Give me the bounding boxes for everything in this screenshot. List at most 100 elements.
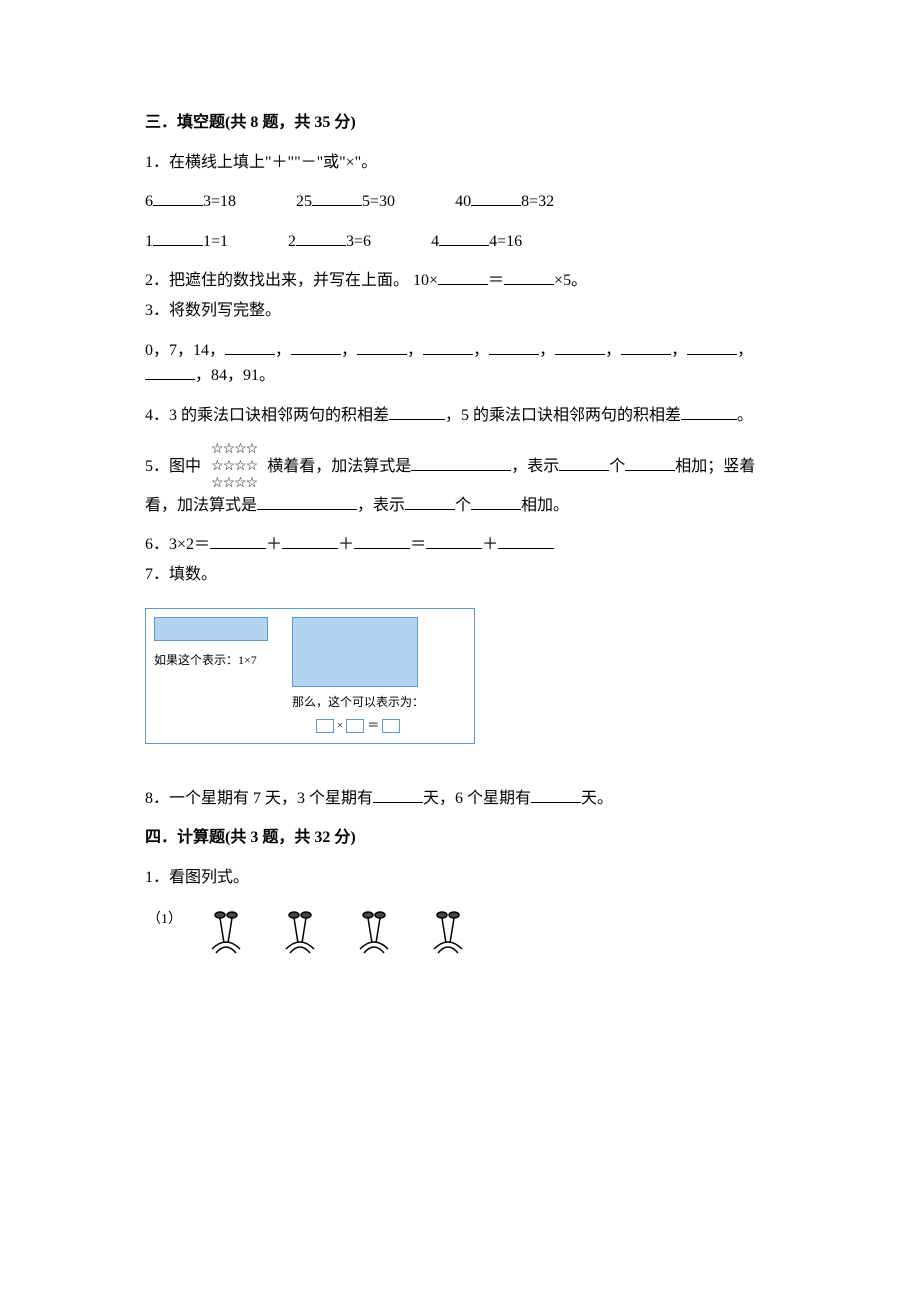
blank[interactable] (423, 339, 473, 355)
q3-8: 8．一个星期有 7 天，3 个星期有 天，6 个星期有 天。 (145, 786, 775, 812)
blank[interactable] (426, 533, 482, 549)
q4-1: 1．看图列式。 （1） (145, 865, 775, 959)
t: × (337, 718, 344, 732)
t: ，84，91。 (195, 367, 275, 384)
blank[interactable] (389, 404, 445, 420)
t: （1） (145, 905, 182, 931)
v: 25 (296, 193, 312, 210)
blank[interactable] (225, 339, 275, 355)
t: ＝ (367, 718, 379, 732)
star-grid-icon: ☆☆☆☆ ☆☆☆☆ ☆☆☆☆ (211, 442, 257, 492)
q3-4: 4．3 的乘法口诀相邻两句的积相差 ，5 的乘法口诀相邻两句的积相差 。 (145, 403, 775, 429)
q7-figure: 如果这个表示：1×7 那么，这个可以表示为： × ＝ (145, 608, 475, 744)
box-input[interactable] (382, 719, 400, 733)
blank[interactable] (555, 339, 605, 355)
q3-1: 1．在横线上填上"＋""－"或"×"。 63=18 255=30 408=32 … (145, 150, 775, 255)
t: ，表示 (357, 497, 405, 514)
t: 2．把遮住的数找出来，并写在上面。 10× (145, 272, 438, 289)
blank[interactable] (625, 455, 675, 471)
v: 8=32 (521, 193, 554, 210)
t: 如果这个表示：1×7 (154, 651, 284, 670)
t: 个 (455, 497, 471, 514)
blank[interactable] (153, 190, 203, 206)
t: 6．3×2＝ (145, 536, 210, 553)
blank[interactable] (489, 339, 539, 355)
t: ×5。 (554, 272, 587, 289)
blank[interactable] (621, 339, 671, 355)
t: 相加。 (521, 497, 569, 514)
v: 3=6 (346, 233, 371, 250)
t: 横着看，加法算式是 (267, 458, 411, 475)
box-input[interactable] (346, 719, 364, 733)
mushroom-pair-icon (424, 905, 478, 959)
v: 1=1 (203, 233, 228, 250)
blank[interactable] (296, 230, 346, 246)
q3-2: 2．把遮住的数找出来，并写在上面。 10× ＝ ×5。 (145, 268, 775, 294)
blank[interactable] (439, 230, 489, 246)
t: 8．一个星期有 7 天，3 个星期有 (145, 790, 373, 807)
v: 3=18 (203, 193, 236, 210)
mushroom-pair-icon (202, 905, 256, 959)
v: 4 (431, 233, 439, 250)
v: 1 (145, 233, 153, 250)
star-row: ☆☆☆☆ (211, 442, 257, 459)
blank[interactable] (354, 533, 410, 549)
big-rect-icon (292, 617, 418, 687)
blank[interactable] (504, 269, 554, 285)
t: 那么，这个可以表示为： (292, 693, 424, 712)
blank[interactable] (681, 404, 737, 420)
t: 天。 (581, 790, 613, 807)
mushroom-row: （1） (145, 905, 775, 959)
t: ，5 的乘法口诀相邻两句的积相差 (445, 407, 681, 424)
q3-3-seq: 0，7，14，，，，，，，，，，84，91。 (145, 338, 775, 389)
blank[interactable] (291, 339, 341, 355)
blank[interactable] (438, 269, 488, 285)
t: 天，6 个星期有 (423, 790, 531, 807)
blank[interactable] (471, 190, 521, 206)
t: 4．3 的乘法口诀相邻两句的积相差 (145, 407, 389, 424)
t: 0，7，14， (145, 342, 225, 359)
section-3-header: 三．填空题(共 8 题，共 35 分) (145, 110, 775, 136)
blank[interactable] (411, 455, 511, 471)
mushroom-pair-icon (276, 905, 330, 959)
blank[interactable] (282, 533, 338, 549)
blank[interactable] (210, 533, 266, 549)
q3-1-row1: 6 3=18 25 5=30 40 8=32 (145, 189, 775, 215)
blank[interactable] (357, 339, 407, 355)
t: ＋ (338, 536, 354, 553)
q7-left: 如果这个表示：1×7 (154, 617, 284, 735)
t: 5．图中 (145, 458, 201, 475)
blank[interactable] (145, 364, 195, 380)
v: 2 (288, 233, 296, 250)
t: 7．填数。 (145, 562, 775, 588)
mushroom-pair-icon (350, 905, 404, 959)
blank[interactable] (559, 455, 609, 471)
blank[interactable] (373, 787, 423, 803)
blank[interactable] (257, 494, 357, 510)
blank[interactable] (687, 339, 737, 355)
v: 6 (145, 193, 153, 210)
q7-right: 那么，这个可以表示为： × ＝ (292, 617, 424, 735)
q7-expr: × ＝ (292, 716, 424, 735)
t: 。 (737, 407, 753, 424)
t: 3．将数列写完整。 (145, 298, 775, 324)
blank[interactable] (312, 190, 362, 206)
blank[interactable] (471, 494, 521, 510)
t: 1．看图列式。 (145, 865, 775, 891)
blank[interactable] (405, 494, 455, 510)
v: 5=30 (362, 193, 395, 210)
t: ＋ (482, 536, 498, 553)
t: 个 (609, 458, 625, 475)
t: ＝ (410, 536, 426, 553)
blank[interactable] (531, 787, 581, 803)
v: 40 (455, 193, 471, 210)
blank[interactable] (153, 230, 203, 246)
box-input[interactable] (316, 719, 334, 733)
t: ，表示 (511, 458, 559, 475)
star-row: ☆☆☆☆ (211, 459, 257, 476)
v: 4=16 (489, 233, 522, 250)
t: ＝ (488, 272, 504, 289)
q3-1-row2: 1 1=1 2 3=6 4 4=16 (145, 229, 775, 255)
blank[interactable] (498, 533, 554, 549)
small-rect-icon (154, 617, 268, 641)
